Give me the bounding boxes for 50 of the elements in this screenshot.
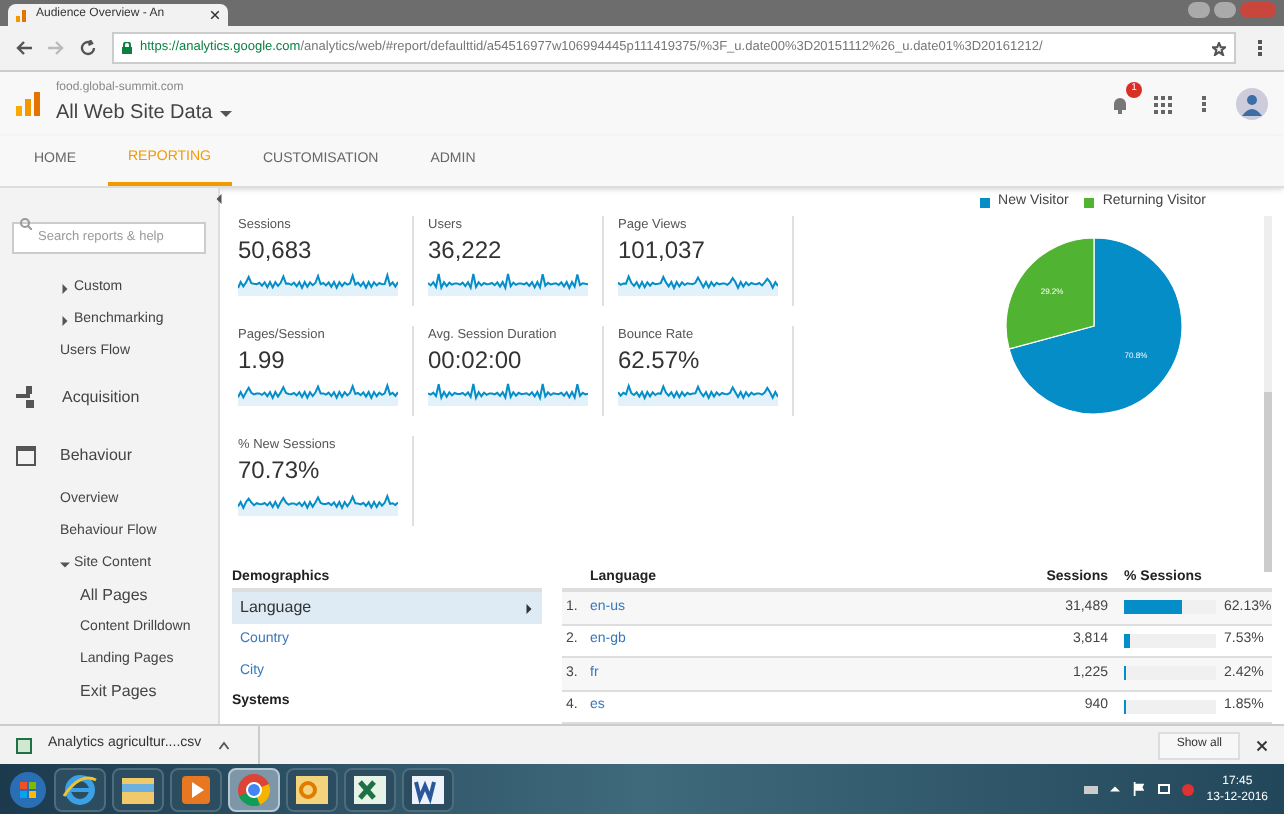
spreadsheet-file-icon (16, 737, 32, 753)
caret-icon (60, 315, 70, 325)
mail-app-icon[interactable] (294, 771, 330, 807)
sidebar-item[interactable]: Behaviour (60, 443, 133, 467)
chrome-icon[interactable] (236, 771, 272, 807)
start-button[interactable] (8, 769, 48, 809)
metric-value: 1.99 (238, 345, 287, 374)
window-icon (16, 445, 36, 465)
close-icon[interactable] (210, 10, 220, 20)
metric-value: 36,222 (428, 235, 504, 264)
more-icon[interactable] (1196, 96, 1212, 112)
menu-icon[interactable] (1252, 40, 1268, 56)
flag-icon[interactable] (1132, 782, 1147, 796)
play-icon[interactable] (180, 773, 212, 805)
sidebar-item[interactable]: All Pages (80, 584, 148, 608)
legend-swatch (1084, 197, 1095, 208)
sidebar-item[interactable]: Acquisition (62, 385, 140, 409)
legend-swatch (980, 197, 991, 208)
property-selector[interactable]: All Web Site Data (56, 98, 213, 128)
keyboard-icon[interactable] (1084, 785, 1099, 793)
caret-icon (60, 559, 70, 569)
logo-icon (16, 92, 40, 116)
avatar-icon[interactable] (1236, 88, 1268, 120)
reload-icon[interactable] (80, 40, 96, 56)
back-icon[interactable] (16, 40, 32, 56)
network-icon[interactable] (1158, 784, 1171, 794)
bell-icon[interactable] (1110, 94, 1130, 114)
star-icon[interactable] (1212, 41, 1226, 55)
metric-value: 70.73% (238, 455, 322, 484)
metric-value: 00:02:00 (428, 345, 524, 374)
sidebar-item[interactable]: Exit Pages (80, 680, 157, 704)
dimension-link[interactable]: Language (232, 592, 542, 624)
metric-value: 62.57% (618, 345, 702, 374)
caret-icon (60, 283, 70, 293)
spreadsheet-icon[interactable] (352, 771, 388, 807)
chevron-icon (524, 603, 534, 613)
document-icon[interactable] (410, 771, 446, 807)
apps-grid-icon[interactable] (1154, 95, 1172, 113)
browser-e-icon[interactable] (62, 771, 98, 807)
caret-icon (220, 107, 233, 119)
folder-icon[interactable] (120, 773, 156, 805)
tray-arrow-icon[interactable] (1110, 784, 1121, 794)
chevron-up-icon[interactable] (217, 739, 230, 751)
branch-icon (16, 386, 38, 408)
metric-value: 101,037 (618, 235, 707, 264)
close-icon[interactable] (1256, 739, 1268, 751)
lock-icon (122, 42, 132, 54)
metric-value: 50,683 (238, 235, 314, 264)
bar-chart-icon (16, 9, 28, 21)
collapse-icon[interactable] (214, 194, 224, 204)
